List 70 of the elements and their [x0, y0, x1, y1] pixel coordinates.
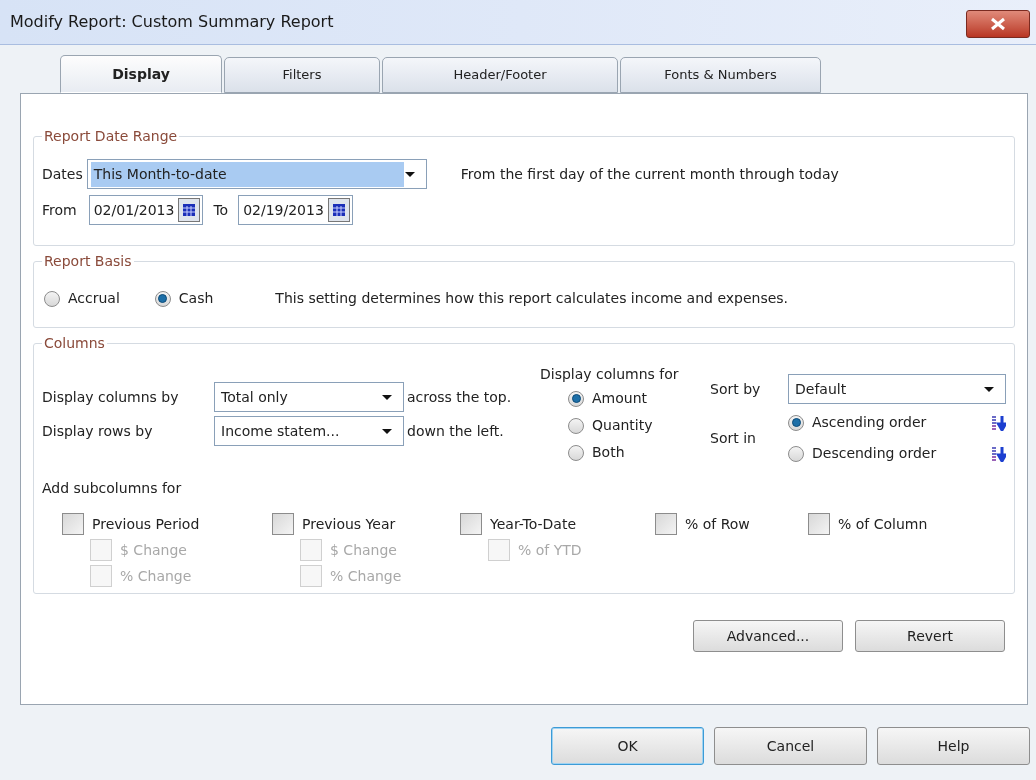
checkbox-label: Year-To-Date — [490, 514, 577, 534]
radio-label: Descending order — [812, 444, 937, 463]
tab[interactable]: Fonts & Numbers — [620, 57, 821, 93]
calendar-button[interactable] — [178, 198, 201, 222]
date-field[interactable]: 02/19/2013 — [238, 195, 353, 225]
window-title: Modify Report: Custom Summary Report — [10, 11, 334, 33]
radio-label: Ascending order — [812, 413, 927, 432]
radio-button[interactable] — [788, 414, 804, 431]
radio-button[interactable] — [44, 290, 60, 307]
field-label: Sort in — [710, 428, 757, 448]
tab[interactable]: Header/Footer — [382, 57, 618, 93]
field-label: Display columns by — [42, 387, 180, 407]
basis-description: This setting determines how this report calculates income and expenses. — [275, 289, 789, 308]
dropdown[interactable]: Income statem... — [214, 416, 404, 446]
checkbox[interactable] — [808, 513, 830, 535]
checkbox-label: % of Column — [838, 514, 928, 534]
calendar-icon — [332, 204, 345, 216]
dialog-button[interactable]: Cancel — [714, 727, 867, 765]
field-label: Dates — [42, 164, 83, 184]
sort-ascending-icon — [990, 414, 1006, 431]
radio-label: Both — [592, 443, 625, 462]
radio-label: Quantity — [592, 416, 653, 435]
tab[interactable]: Filters — [224, 57, 380, 93]
checkbox-label: Previous Year — [302, 514, 396, 534]
tab[interactable]: Display — [60, 55, 222, 93]
calendar-icon — [183, 204, 196, 216]
radio-button[interactable] — [568, 417, 584, 434]
sort-descending-icon — [990, 445, 1006, 462]
field-label: From — [42, 200, 77, 220]
field-label: Sort by — [710, 379, 762, 399]
dropdown-caret-icon — [381, 427, 393, 435]
date-field[interactable]: 02/01/2013 — [88, 195, 204, 225]
radio-label: Accrual — [68, 289, 120, 308]
dropdown-caret-icon — [403, 170, 416, 178]
field-label: Display rows by — [42, 421, 154, 441]
range-description: From the first day of the current month through today — [460, 164, 839, 184]
close-icon — [990, 17, 1006, 31]
radio-button[interactable] — [788, 445, 804, 462]
checkbox[interactable] — [460, 513, 482, 535]
checkbox-label: % Change — [120, 566, 192, 586]
dates-dropdown[interactable]: This Month-to-date — [86, 159, 427, 189]
field-label: To — [213, 200, 229, 220]
field-hint: across the top. — [407, 387, 512, 407]
field-hint: down the left. — [407, 421, 504, 441]
dialog-button[interactable]: Revert — [855, 620, 1005, 652]
checkbox-label: % Change — [330, 566, 402, 586]
section-label: Display columns for — [540, 365, 680, 384]
dropdown[interactable]: Total only — [214, 382, 404, 412]
checkbox-label: $ Change — [120, 540, 187, 560]
checkbox-label: % of Row — [685, 514, 750, 534]
radio-label: Cash — [178, 289, 214, 308]
section-label: Add subcolumns for — [42, 479, 182, 498]
dialog-button[interactable]: Help — [877, 727, 1030, 765]
checkbox[interactable] — [272, 513, 294, 535]
dialog-button[interactable]: OK — [551, 727, 704, 765]
close-button[interactable] — [966, 10, 1030, 38]
radio-label: Amount — [592, 389, 647, 408]
radio-button[interactable] — [568, 390, 584, 407]
calendar-button[interactable] — [327, 198, 350, 222]
sort-dropdown[interactable]: Default — [788, 374, 1006, 404]
radio-button[interactable] — [154, 290, 171, 307]
checkbox-label: $ Change — [330, 540, 397, 560]
checkbox[interactable] — [62, 513, 84, 535]
checkbox[interactable] — [655, 513, 677, 535]
checkbox-label: % of YTD — [518, 540, 582, 560]
dialog-button[interactable]: Advanced... — [693, 620, 843, 652]
dropdown-caret-icon — [381, 393, 393, 401]
checkbox-label: Previous Period — [92, 514, 200, 534]
dropdown-caret-icon — [983, 385, 995, 393]
radio-button[interactable] — [568, 444, 584, 461]
